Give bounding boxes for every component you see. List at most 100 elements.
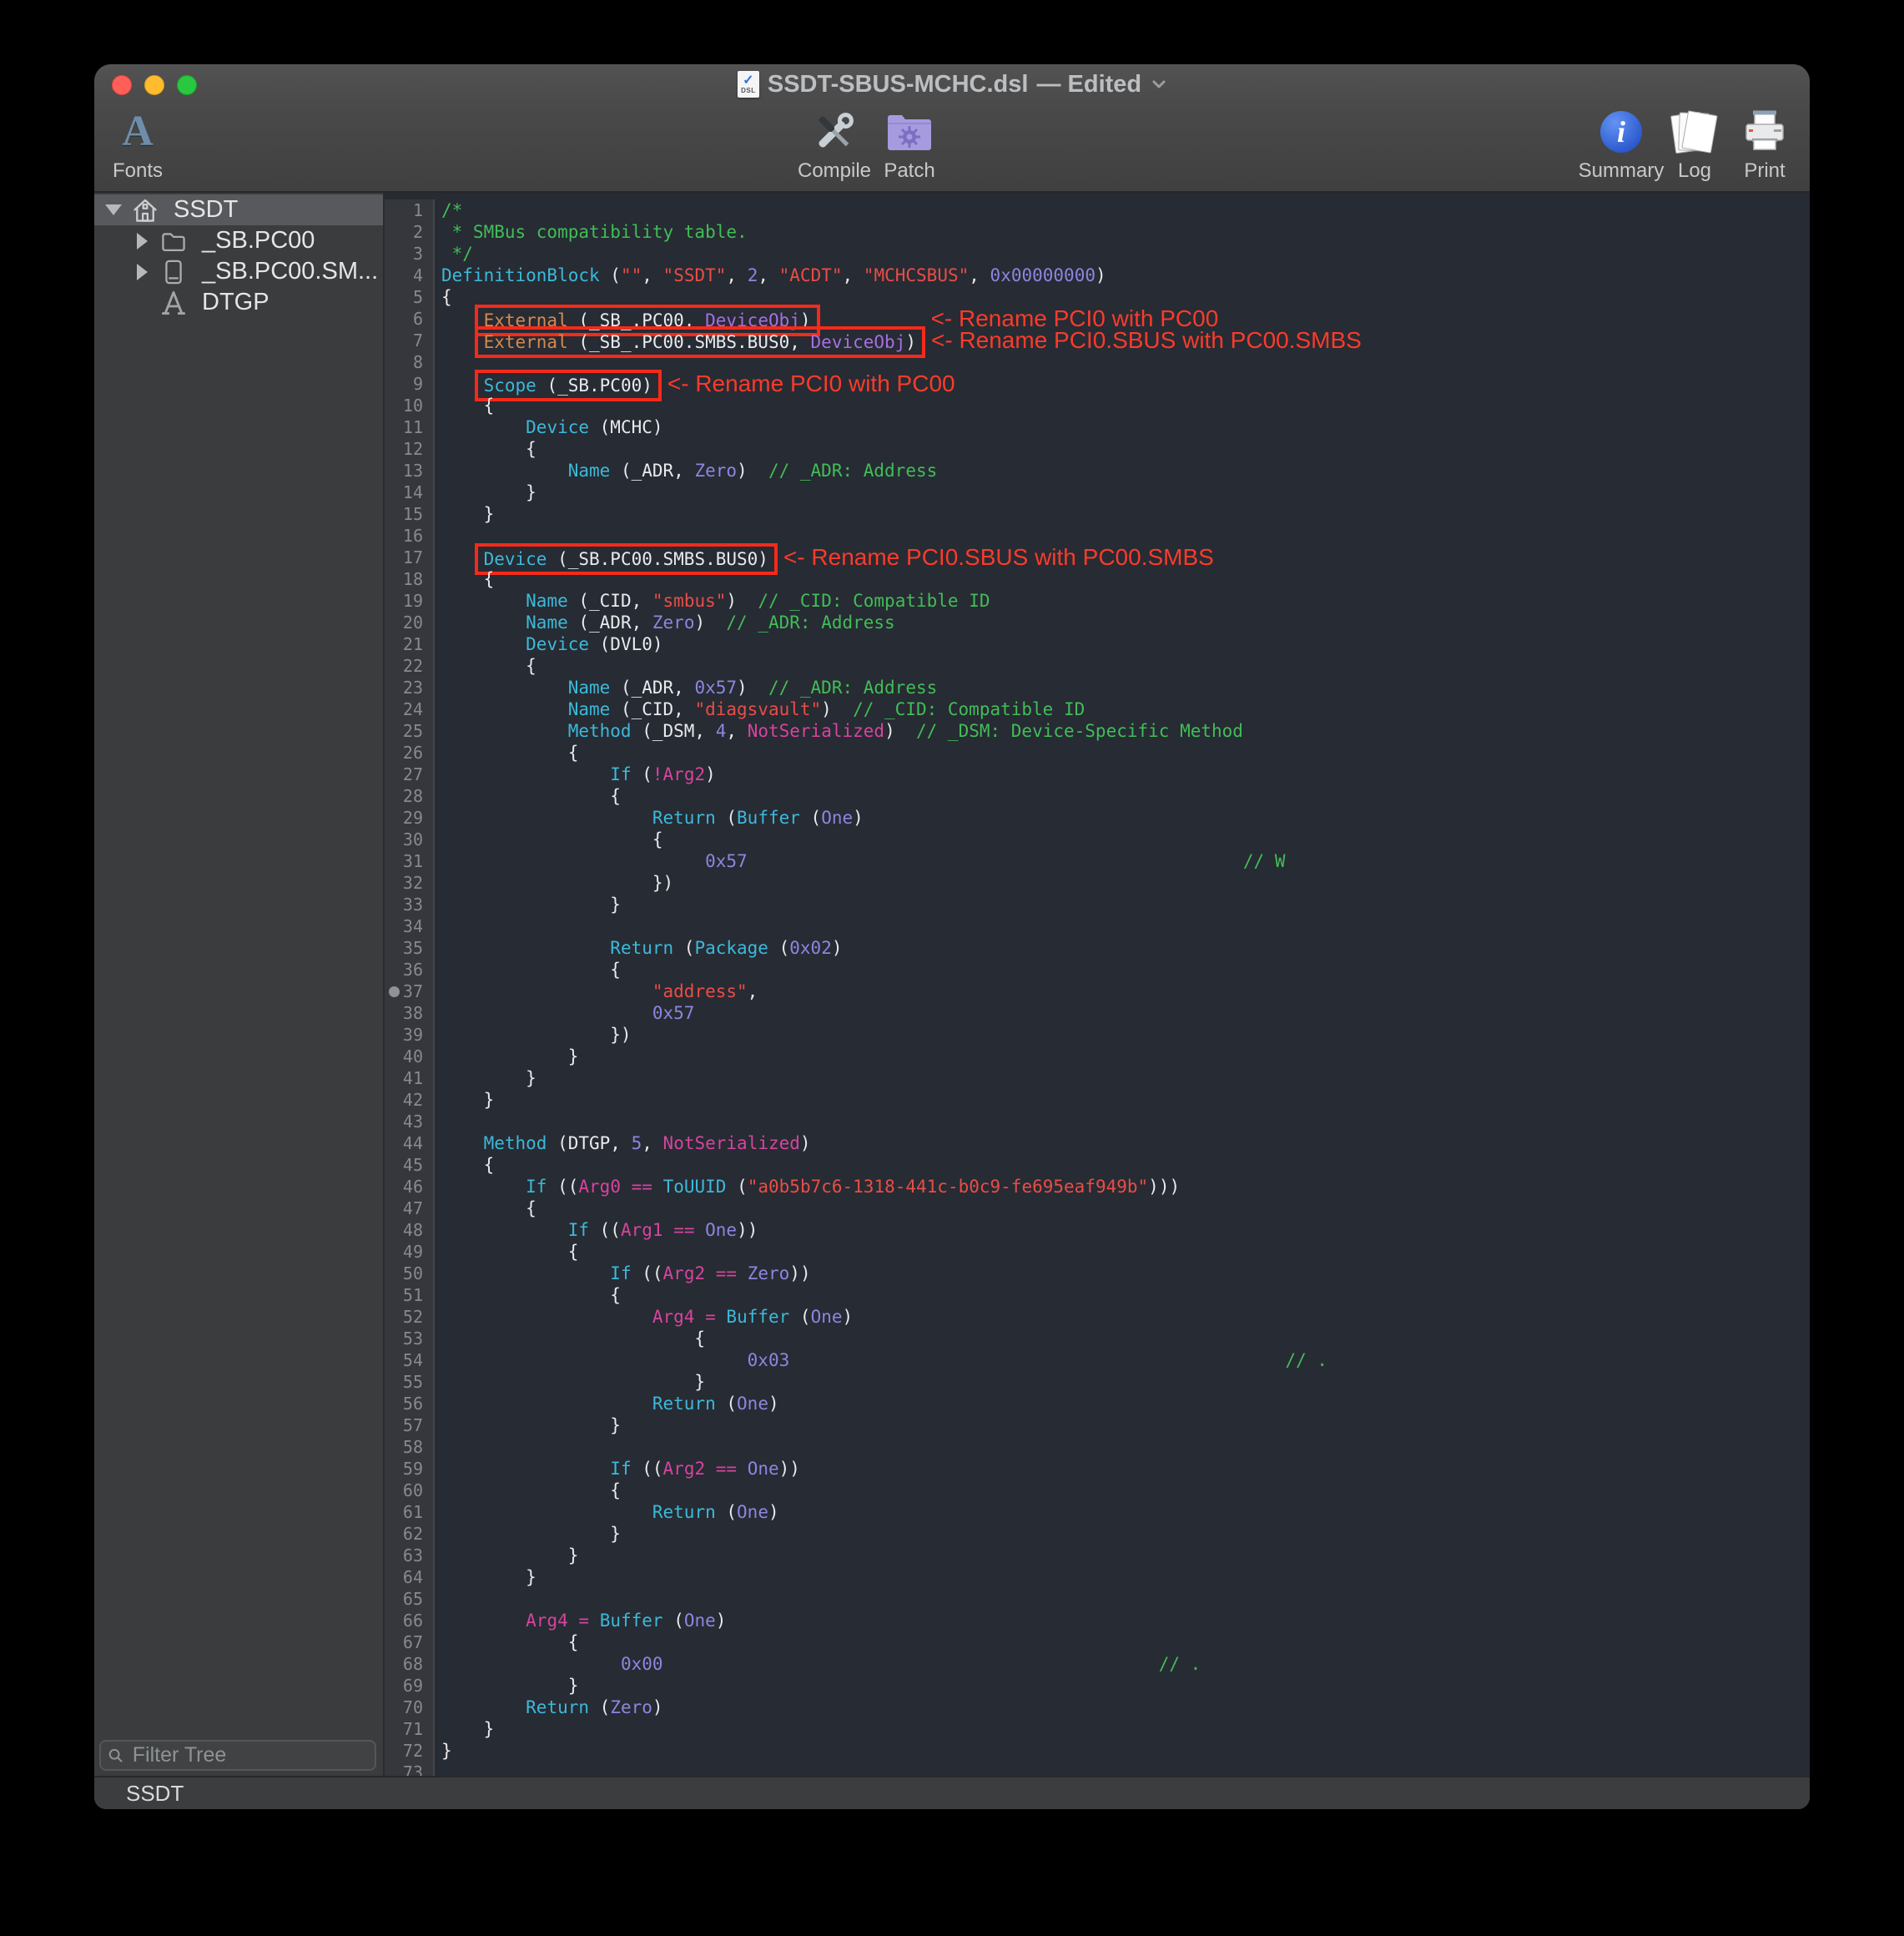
code-text: }	[435, 1675, 578, 1697]
line-marker-dot	[389, 986, 400, 997]
code-text: }	[435, 1046, 578, 1067]
code-line: 10 {	[385, 395, 1810, 416]
code-line: 60 {	[385, 1480, 1810, 1501]
code-text: {	[435, 1480, 621, 1501]
code-text: }	[435, 1523, 621, 1545]
line-number: 1	[385, 199, 435, 221]
line-number: 52	[385, 1306, 435, 1328]
code-text: {	[435, 1154, 494, 1176]
code-text: Method (DTGP, 5, NotSerialized)	[435, 1132, 811, 1154]
line-number: 66	[385, 1610, 435, 1631]
code-text: * SMBus compatibility table.	[435, 221, 748, 243]
line-number: 33	[385, 894, 435, 915]
close-button[interactable]	[112, 75, 132, 95]
disclosure-collapsed-icon[interactable]	[128, 264, 156, 280]
code-text: If ((Arg1 == One))	[435, 1219, 758, 1241]
code-text: {	[435, 568, 494, 590]
patch-annotation: <- Rename PCI0 with PC00	[667, 371, 955, 396]
line-number: 49	[385, 1241, 435, 1263]
line-number: 54	[385, 1349, 435, 1371]
patch-annotation: <- Rename PCI0.SBUS with PC00.SMBS	[783, 544, 1214, 570]
folder-icon	[159, 228, 188, 255]
code-line: 35 Return (Package (0x02)	[385, 937, 1810, 959]
line-number: 17	[385, 547, 435, 568]
code-line: 25 Method (_DSM, 4, NotSerialized) // _D…	[385, 720, 1810, 742]
line-number: 72	[385, 1740, 435, 1762]
code-text: }	[435, 1545, 578, 1566]
code-text: {	[435, 1631, 578, 1653]
line-number: 46	[385, 1176, 435, 1197]
minimize-button[interactable]	[144, 75, 164, 95]
code-line: 72}	[385, 1740, 1810, 1762]
line-number: 29	[385, 807, 435, 829]
filter-tree-field[interactable]	[99, 1740, 376, 1771]
tree-item-sb-pc00-smbs[interactable]: _SB.PC00.SM...	[94, 256, 383, 287]
patch-label: Patch	[884, 159, 934, 183]
code-line: 55 }	[385, 1371, 1810, 1393]
code-text: Scope (_SB.PC00)<- Rename PCI0 with PC00	[435, 373, 955, 395]
line-number: 19	[385, 590, 435, 612]
code-line: 66 Arg4 = Buffer (One)	[385, 1610, 1810, 1631]
line-number: 35	[385, 937, 435, 959]
line-number: 64	[385, 1566, 435, 1588]
line-number: 53	[385, 1328, 435, 1349]
code-line: 14 }	[385, 481, 1810, 503]
document-icon-label: DSL	[741, 88, 756, 94]
code-text: }	[435, 481, 536, 503]
tree-item-dtgp[interactable]: DTGP	[94, 287, 383, 318]
zoom-button[interactable]	[177, 75, 197, 95]
code-line: 64 }	[385, 1566, 1810, 1588]
tree-item-sb-pc00[interactable]: _SB.PC00	[94, 225, 383, 256]
line-number: 40	[385, 1046, 435, 1067]
printer-icon	[1742, 106, 1787, 158]
code-text: 0x03 // .	[435, 1349, 1327, 1371]
code-text: {	[435, 1241, 578, 1263]
log-pages-icon	[1671, 106, 1718, 158]
print-button[interactable]: Print	[1715, 106, 1810, 183]
patch-button[interactable]: Patch	[859, 106, 960, 183]
code-line: 39 })	[385, 1024, 1810, 1046]
code-text: Return (One)	[435, 1501, 779, 1523]
code-editor[interactable]: 1/*2 * SMBus compatibility table.3 */4De…	[385, 193, 1810, 1776]
code-text: }	[435, 503, 494, 525]
line-number: 62	[385, 1523, 435, 1545]
code-line: 17 Device (_SB.PC00.SMBS.BUS0)<- Rename …	[385, 547, 1810, 568]
line-number: 51	[385, 1284, 435, 1306]
code-text: }	[435, 1718, 494, 1740]
app-window: ✓ DSL SSDT-SBUS-MCHC.dsl — Edited A Font…	[94, 64, 1810, 1809]
code-text: Name (_ADR, 0x57) // _ADR: Address	[435, 677, 937, 698]
window-title: ✓ DSL SSDT-SBUS-MCHC.dsl — Edited	[738, 71, 1166, 98]
line-number: 14	[385, 481, 435, 503]
line-number: 58	[385, 1436, 435, 1458]
code-text: {	[435, 395, 494, 416]
filter-tree-input[interactable]	[131, 1742, 368, 1768]
code-text: If (!Arg2)	[435, 764, 716, 785]
fonts-button[interactable]: A Fonts	[94, 106, 188, 183]
code-line: 18 {	[385, 568, 1810, 590]
code-line: 43	[385, 1111, 1810, 1132]
disclosure-expanded-icon[interactable]	[99, 204, 128, 215]
line-number: 56	[385, 1393, 435, 1414]
disclosure-collapsed-icon[interactable]	[128, 233, 156, 250]
code-line: 73	[385, 1762, 1810, 1776]
method-icon	[159, 290, 188, 316]
code-text: If ((Arg0 == ToUUID ("a0b5b7c6-1318-441c…	[435, 1176, 1180, 1197]
chevron-down-icon[interactable]	[1151, 79, 1166, 89]
window-chrome: ✓ DSL SSDT-SBUS-MCHC.dsl — Edited A Font…	[94, 64, 1810, 193]
code-line: 29 Return (Buffer (One)	[385, 807, 1810, 829]
code-text: {	[435, 1328, 705, 1349]
code-line: 47 {	[385, 1197, 1810, 1219]
code-line: 46 If ((Arg0 == ToUUID ("a0b5b7c6-1318-4…	[385, 1176, 1810, 1197]
toolbar: A Fonts Compile	[94, 104, 1810, 189]
document-proxy-icon[interactable]: ✓ DSL	[738, 71, 759, 98]
home-icon	[131, 197, 159, 224]
code-text: {	[435, 959, 621, 981]
code-line: 21 Device (DVL0)	[385, 633, 1810, 655]
line-number: 25	[385, 720, 435, 742]
tree-item-ssdt[interactable]: SSDT	[94, 194, 383, 225]
sidebar: SSDT _SB.PC00	[94, 193, 385, 1776]
code-text: 0x57 // W	[435, 850, 1285, 872]
code-text: }	[435, 1089, 494, 1111]
code-text: Device (_SB.PC00.SMBS.BUS0)<- Rename PCI…	[435, 547, 1214, 568]
line-number: 48	[385, 1219, 435, 1241]
